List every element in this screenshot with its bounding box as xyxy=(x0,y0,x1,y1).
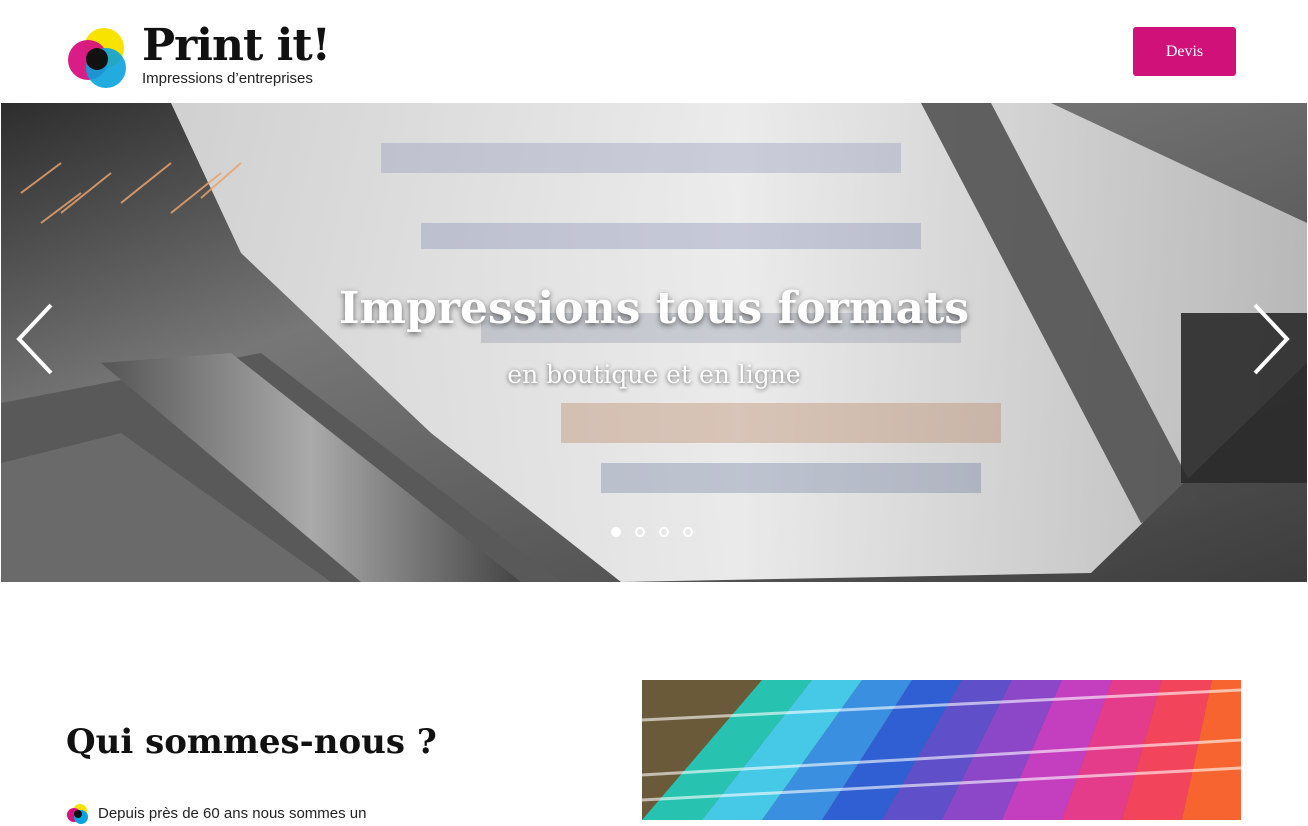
color-swatch-image xyxy=(642,680,1241,820)
logo-title: Print it! xyxy=(142,20,331,71)
about-title: Qui sommes-nous ? xyxy=(66,722,437,762)
site-header: Print it! Impressions d’entreprises Devi… xyxy=(0,0,1308,103)
hero-background-image xyxy=(1,103,1307,582)
carousel-dot-3[interactable] xyxy=(659,527,669,537)
carousel-dot-2[interactable] xyxy=(635,527,645,537)
devis-button[interactable]: Devis xyxy=(1133,27,1236,76)
carousel-indicators xyxy=(611,527,701,543)
chevron-left-icon[interactable] xyxy=(13,301,57,377)
hero-title: Impressions tous formats xyxy=(338,283,970,334)
hero-carousel: Impressions tous formats en boutique et … xyxy=(1,103,1307,582)
about-text: Depuis près de 60 ans nous sommes un xyxy=(98,805,367,822)
hero-subtitle: en boutique et en ligne xyxy=(507,360,801,389)
carousel-dot-1[interactable] xyxy=(611,527,621,537)
logo[interactable]: Print it! Impressions d’entreprises xyxy=(66,20,346,94)
logo-bullet-icon xyxy=(67,804,88,824)
logo-subtitle: Impressions d’entreprises xyxy=(142,70,313,87)
logo-icon xyxy=(68,28,126,88)
chevron-right-icon[interactable] xyxy=(1249,301,1293,377)
carousel-dot-4[interactable] xyxy=(683,527,693,537)
